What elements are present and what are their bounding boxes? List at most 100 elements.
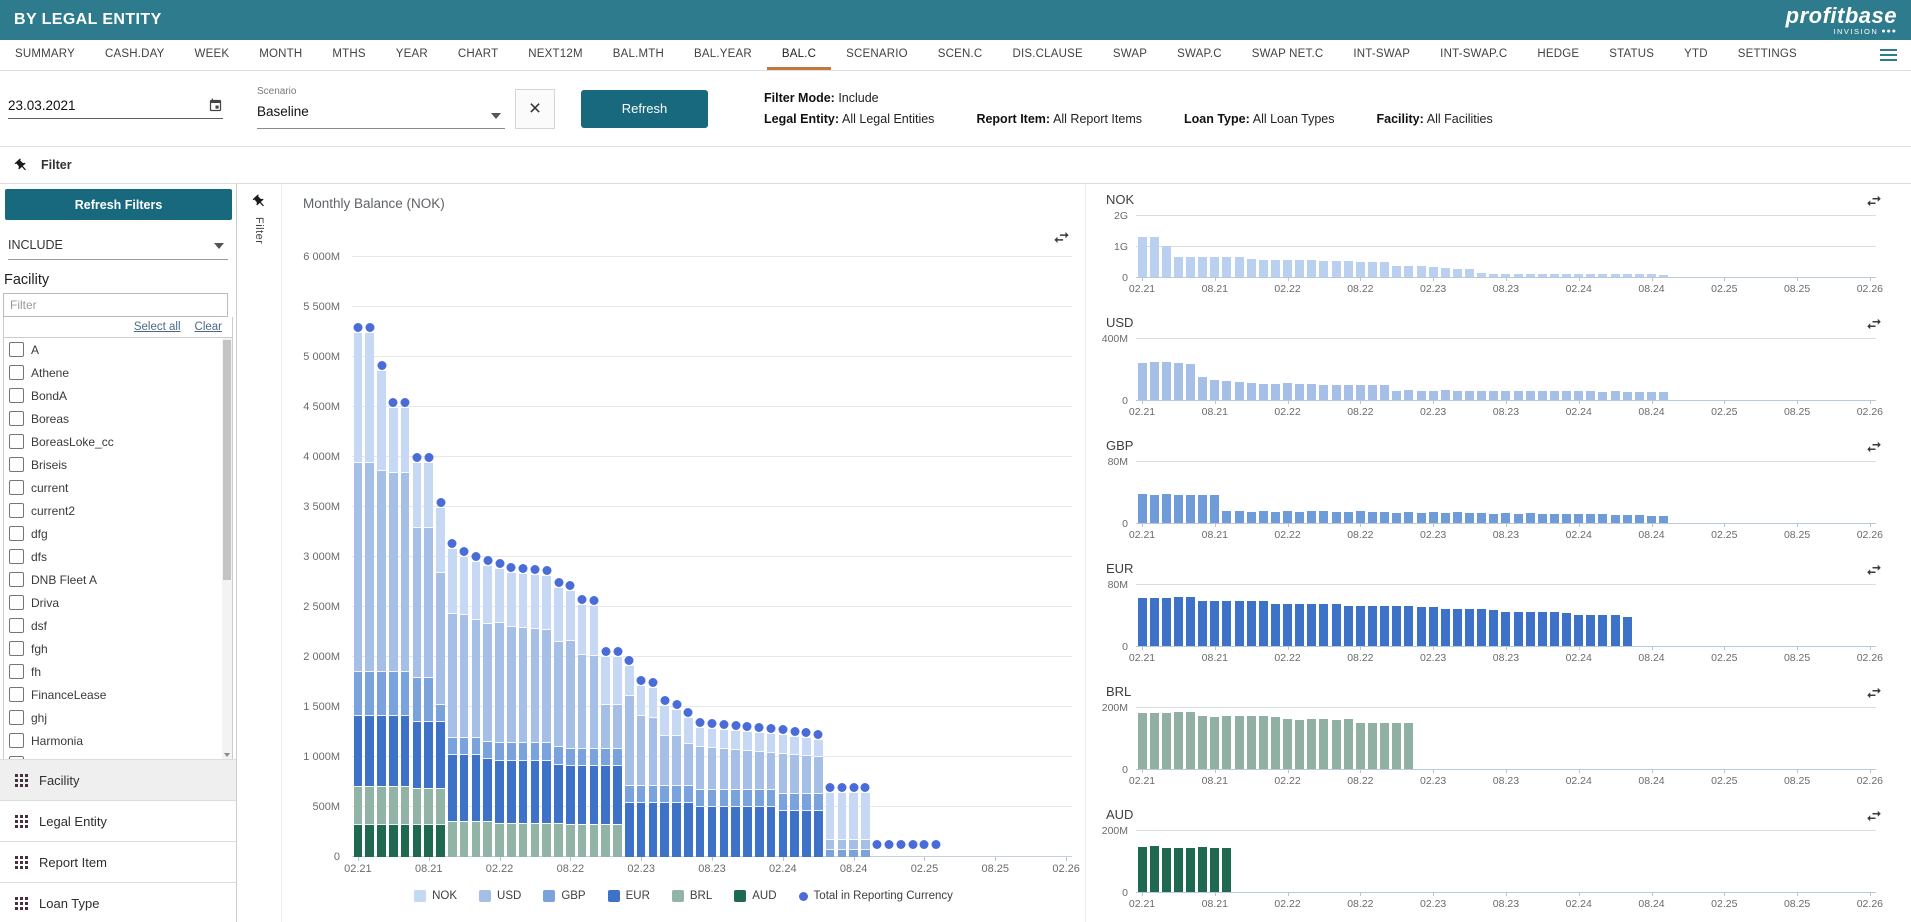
bar-segment-nok[interactable] — [483, 565, 492, 623]
bar-segment-brl[interactable] — [354, 786, 363, 824]
bar-segment-eur[interactable] — [779, 810, 788, 857]
bar-usd[interactable] — [1368, 385, 1377, 400]
tab-bal-mth[interactable]: BAL.MTH — [598, 40, 679, 70]
bar-nok[interactable] — [1247, 259, 1256, 277]
bar-brl[interactable] — [1368, 723, 1377, 770]
filter-mode-select[interactable]: INCLUDE — [8, 236, 228, 260]
bar-nok[interactable] — [1295, 260, 1304, 277]
bar-segment-eur[interactable] — [767, 806, 776, 857]
bar-nok[interactable] — [1477, 273, 1486, 277]
bar-segment-gbp[interactable] — [720, 789, 729, 807]
total-dot[interactable] — [448, 539, 457, 548]
bar-segment-brl[interactable] — [377, 786, 386, 824]
bar-segment-eur[interactable] — [424, 721, 433, 788]
bar-segment-usd[interactable] — [861, 839, 870, 849]
bar-nok[interactable] — [1586, 274, 1595, 277]
bar-gbp[interactable] — [1417, 513, 1426, 523]
bar-segment-usd[interactable] — [448, 613, 457, 737]
bar-segment-nok[interactable] — [377, 370, 386, 470]
bar-segment-brl[interactable] — [413, 788, 422, 824]
bar-segment-gbp[interactable] — [660, 785, 669, 803]
bar-gbp[interactable] — [1295, 512, 1304, 523]
bar-segment-nok[interactable] — [590, 605, 599, 655]
tab-hedge[interactable]: HEDGE — [1522, 40, 1594, 70]
total-dot[interactable] — [377, 361, 386, 370]
list-item-financelease[interactable]: FinanceLease — [4, 683, 232, 706]
bar-segment-nok[interactable] — [507, 572, 516, 627]
bar-usd[interactable] — [1441, 390, 1450, 400]
bar-brl[interactable] — [1332, 720, 1341, 769]
bar-segment-usd[interactable] — [767, 752, 776, 789]
bar-gbp[interactable] — [1611, 515, 1620, 523]
bar-nok[interactable] — [1526, 274, 1535, 277]
bar-usd[interactable] — [1222, 381, 1231, 400]
bar-usd[interactable] — [1356, 385, 1365, 401]
bar-segment-usd[interactable] — [625, 695, 634, 785]
bar-segment-gbp[interactable] — [672, 785, 681, 803]
total-dot[interactable] — [401, 398, 410, 407]
bar-usd[interactable] — [1501, 391, 1510, 400]
bar-usd[interactable] — [1283, 383, 1292, 400]
bar-usd[interactable] — [1417, 391, 1426, 400]
bar-usd[interactable] — [1319, 385, 1328, 401]
bar-segment-brl[interactable] — [460, 821, 469, 857]
bar-segment-eur[interactable] — [684, 802, 693, 857]
bar-aud[interactable] — [1210, 848, 1219, 892]
bar-gbp[interactable] — [1623, 515, 1632, 523]
bar-eur[interactable] — [1586, 615, 1595, 646]
checkbox[interactable] — [9, 710, 24, 725]
bar-usd[interactable] — [1623, 392, 1632, 400]
total-dot[interactable] — [601, 647, 610, 656]
clear-link[interactable]: Clear — [195, 321, 222, 333]
bar-segment-gbp[interactable] — [838, 849, 847, 857]
checkbox[interactable] — [9, 664, 24, 679]
bar-segment-eur[interactable] — [731, 806, 740, 857]
bar-usd[interactable] — [1247, 383, 1256, 400]
bar-gbp[interactable] — [1550, 514, 1559, 523]
bar-segment-nok[interactable] — [401, 407, 410, 472]
bar-segment-eur[interactable] — [578, 765, 587, 824]
bar-usd[interactable] — [1611, 391, 1620, 400]
total-dot[interactable] — [802, 728, 811, 737]
bar-segment-usd[interactable] — [637, 715, 646, 785]
bar-segment-brl[interactable] — [542, 823, 551, 858]
bar-eur[interactable] — [1477, 609, 1486, 646]
bar-segment-eur[interactable] — [802, 810, 811, 857]
bar-brl[interactable] — [1344, 719, 1353, 769]
total-dot[interactable] — [826, 783, 835, 792]
bar-segment-nok[interactable] — [460, 556, 469, 614]
list-item-current2[interactable]: current2 — [4, 499, 232, 522]
tab-status[interactable]: STATUS — [1594, 40, 1669, 70]
bar-gbp[interactable] — [1162, 494, 1171, 523]
checkbox[interactable] — [9, 342, 24, 357]
checkbox[interactable] — [9, 687, 24, 702]
bar-eur[interactable] — [1453, 609, 1462, 646]
bar-segment-brl[interactable] — [436, 788, 445, 824]
bar-usd[interactable] — [1659, 392, 1668, 400]
bar-segment-usd[interactable] — [696, 746, 705, 789]
bar-segment-nok[interactable] — [472, 561, 481, 619]
bar-segment-nok[interactable] — [826, 792, 835, 839]
bar-segment-gbp[interactable] — [578, 748, 587, 766]
total-dot[interactable] — [672, 700, 681, 709]
bar-segment-eur[interactable] — [436, 721, 445, 788]
bar-segment-aud[interactable] — [365, 824, 374, 857]
bar-eur[interactable] — [1574, 615, 1583, 646]
total-dot[interactable] — [507, 563, 516, 572]
bar-segment-usd[interactable] — [507, 626, 516, 742]
bar-segment-usd[interactable] — [354, 462, 363, 671]
bar-segment-nok[interactable] — [389, 407, 398, 472]
date-input[interactable]: 23.03.2021 — [8, 98, 223, 119]
bar-usd[interactable] — [1477, 391, 1486, 400]
bar-segment-eur[interactable] — [554, 764, 563, 823]
bar-eur[interactable] — [1283, 604, 1292, 646]
total-dot[interactable] — [743, 722, 752, 731]
bar-segment-aud[interactable] — [436, 824, 445, 857]
bar-gbp[interactable] — [1404, 512, 1413, 523]
bar-brl[interactable] — [1307, 719, 1316, 769]
bar-usd[interactable] — [1235, 382, 1244, 400]
total-dot[interactable] — [790, 727, 799, 736]
bar-segment-usd[interactable] — [755, 751, 764, 789]
bar-brl[interactable] — [1210, 717, 1219, 769]
bar-usd[interactable] — [1574, 391, 1583, 400]
